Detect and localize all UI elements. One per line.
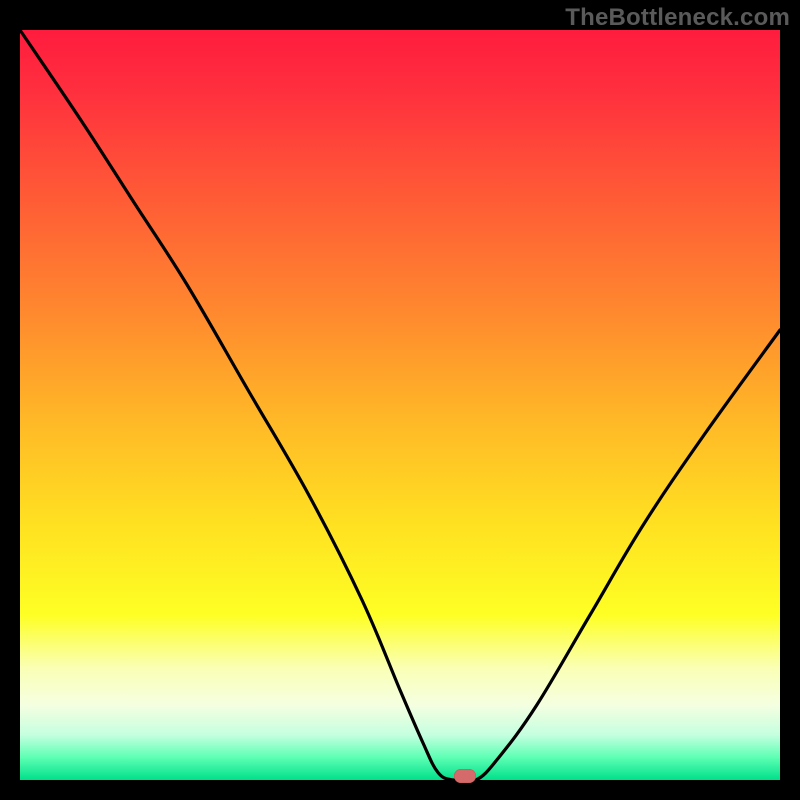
curve-path xyxy=(20,30,780,782)
chart-frame: TheBottleneck.com xyxy=(0,0,800,800)
plot-area xyxy=(20,30,780,780)
optimum-marker xyxy=(454,769,476,783)
bottleneck-curve xyxy=(20,30,780,780)
watermark-text: TheBottleneck.com xyxy=(565,4,790,32)
